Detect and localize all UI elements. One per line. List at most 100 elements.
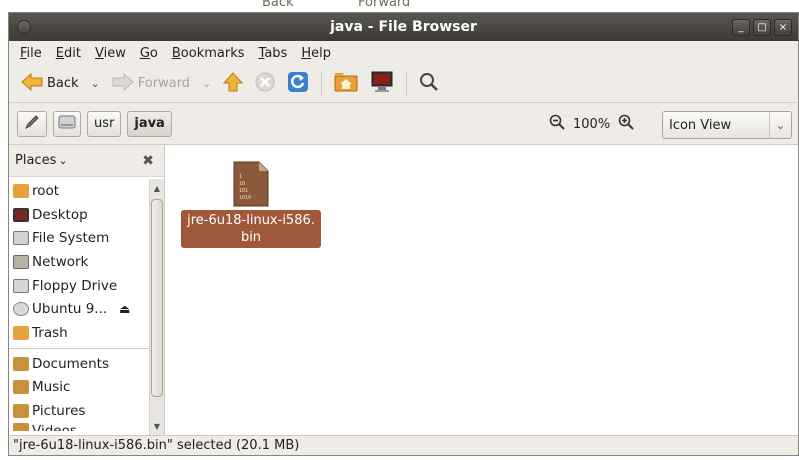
reload-button[interactable] — [281, 69, 315, 99]
harddisk-icon — [13, 231, 29, 246]
view-mode-select[interactable]: Icon View ⌄ — [662, 111, 792, 139]
sidebar-item-videos[interactable]: Videos — [9, 422, 149, 431]
location-bar: usr java 100% Icon View ⌄ — [9, 103, 798, 145]
eject-icon[interactable]: ⏏ — [119, 302, 130, 316]
stop-button[interactable] — [249, 69, 281, 99]
music-folder-icon — [13, 380, 29, 395]
network-icon — [13, 254, 29, 269]
crumb-usr[interactable]: usr — [87, 110, 122, 137]
search-button[interactable] — [413, 69, 445, 99]
sidebar-item-floppy[interactable]: Floppy Drive — [9, 274, 149, 298]
sidebar-item-label: Floppy Drive — [32, 277, 118, 294]
menu-bookmarks[interactable]: Bookmarks — [165, 46, 252, 61]
menu-tabs[interactable]: Tabs — [252, 46, 295, 61]
reload-icon — [287, 71, 309, 97]
forward-history-chevron-icon[interactable]: ⌄ — [202, 77, 211, 90]
zoom-out-icon[interactable] — [549, 114, 565, 134]
forward-label: Forward — [137, 76, 191, 91]
svg-text:1: 1 — [239, 174, 242, 180]
sidebar-item-trash[interactable]: Trash — [9, 321, 149, 345]
menu-go[interactable]: Go — [133, 46, 165, 61]
sidebar-item-root[interactable]: root — [9, 179, 149, 203]
menu-edit[interactable]: Edit — [49, 46, 88, 61]
sidebar-header-chevron-icon: ⌄ — [58, 154, 68, 167]
scroll-down-icon[interactable]: ▼ — [150, 419, 164, 433]
home-folder-icon — [334, 72, 358, 96]
back-button[interactable]: Back ⌄ — [15, 69, 106, 99]
up-arrow-icon — [223, 71, 244, 96]
sidebar-item-label: File System — [32, 230, 110, 247]
status-bar: "jre-6u18-linux-i586.bin" selected (20.1… — [9, 435, 798, 455]
sidebar-item-pictures[interactable]: Pictures — [9, 399, 149, 423]
background-forward-label: Forward — [358, 0, 411, 10]
desktop-icon — [13, 207, 29, 222]
sidebar-item-label: Videos — [32, 422, 77, 431]
file-view[interactable]: 1 10 101 1010 jre-6u18-linux-i586.bin — [165, 145, 798, 435]
scrollbar-thumb[interactable] — [151, 199, 163, 397]
menu-help[interactable]: Help — [294, 46, 338, 61]
back-label: Back — [47, 76, 79, 91]
close-button[interactable]: × — [774, 19, 792, 36]
window-controls: _ □ × — [732, 19, 792, 36]
videos-folder-icon — [13, 422, 29, 431]
window-title: java - File Browser — [330, 19, 477, 35]
scroll-up-icon[interactable]: ▲ — [150, 181, 164, 195]
chevron-down-icon: ⌄ — [769, 112, 791, 138]
sidebar-item-documents[interactable]: Documents — [9, 352, 149, 376]
status-text: "jre-6u18-linux-i586.bin" selected (20.1… — [13, 438, 300, 453]
svg-text:101: 101 — [239, 188, 248, 194]
toggle-location-entry-button[interactable] — [17, 110, 47, 137]
sidebar-divider — [9, 347, 149, 349]
sidebar-item-label: Trash — [32, 324, 68, 341]
sidebar-item-desktop[interactable]: Desktop — [9, 203, 149, 227]
view-mode-value: Icon View — [669, 117, 732, 133]
sidebar-item-network[interactable]: Network — [9, 250, 149, 274]
stop-icon — [255, 72, 275, 96]
up-button[interactable] — [217, 69, 249, 99]
minimize-button[interactable]: _ — [732, 19, 750, 36]
sidebar-header-label: Places — [15, 153, 57, 168]
menu-bar: File Edit View Go Bookmarks Tabs Help — [9, 41, 798, 65]
computer-button[interactable] — [364, 69, 400, 99]
places-list: root Desktop File System Network Floppy … — [9, 179, 149, 431]
maximize-button[interactable]: □ — [753, 19, 771, 36]
sidebar-item-music[interactable]: Music — [9, 376, 149, 400]
crumb-java[interactable]: java — [127, 110, 172, 137]
sidebar-item-label: Music — [32, 379, 71, 396]
forward-button[interactable]: Forward ⌄ — [106, 69, 218, 99]
computer-icon — [370, 71, 394, 97]
title-bar[interactable]: java - File Browser _ □ × — [9, 13, 798, 41]
documents-folder-icon — [13, 356, 29, 371]
back-arrow-icon — [21, 72, 43, 95]
home-button[interactable] — [328, 69, 364, 99]
home-folder-icon — [13, 183, 29, 198]
file-browser-window: java - File Browser _ □ × File Edit View… — [8, 12, 799, 456]
forward-arrow-icon — [112, 72, 134, 95]
close-sidebar-icon[interactable]: ✖ — [142, 153, 154, 169]
zoom-in-icon[interactable] — [618, 114, 634, 134]
sidebar-item-label: Pictures — [32, 403, 86, 420]
cdrom-icon — [13, 302, 29, 317]
search-icon — [419, 72, 439, 96]
sidebar: Places ⌄ ✖ root Desktop File System Netw… — [9, 145, 165, 435]
file-item[interactable]: 1 10 101 1010 jre-6u18-linux-i586.bin — [181, 161, 321, 248]
sidebar-item-label: root — [32, 182, 60, 199]
sidebar-item-ubuntu-cd[interactable]: Ubuntu 9... ⏏ — [9, 297, 149, 321]
sidebar-item-label: Documents — [32, 355, 109, 372]
toolbar-separator — [321, 71, 323, 96]
back-history-chevron-icon[interactable]: ⌄ — [91, 77, 100, 90]
sidebar-header[interactable]: Places ⌄ ✖ — [9, 145, 164, 177]
binary-file-icon: 1 10 101 1010 — [233, 161, 269, 207]
sidebar-item-label: Network — [32, 253, 89, 270]
svg-text:1010: 1010 — [239, 195, 251, 201]
file-name-label[interactable]: jre-6u18-linux-i586.bin — [181, 210, 321, 248]
harddisk-icon — [58, 114, 76, 134]
menu-file[interactable]: File — [13, 46, 49, 61]
floppy-icon — [13, 278, 29, 293]
zoom-level[interactable]: 100% — [573, 117, 610, 132]
crumb-filesystem[interactable] — [53, 110, 81, 137]
menu-view[interactable]: View — [88, 46, 133, 61]
sidebar-item-label: Ubuntu 9... — [32, 301, 108, 318]
sidebar-item-filesystem[interactable]: File System — [9, 226, 149, 250]
sidebar-scrollbar[interactable]: ▲ ▼ — [149, 179, 164, 435]
